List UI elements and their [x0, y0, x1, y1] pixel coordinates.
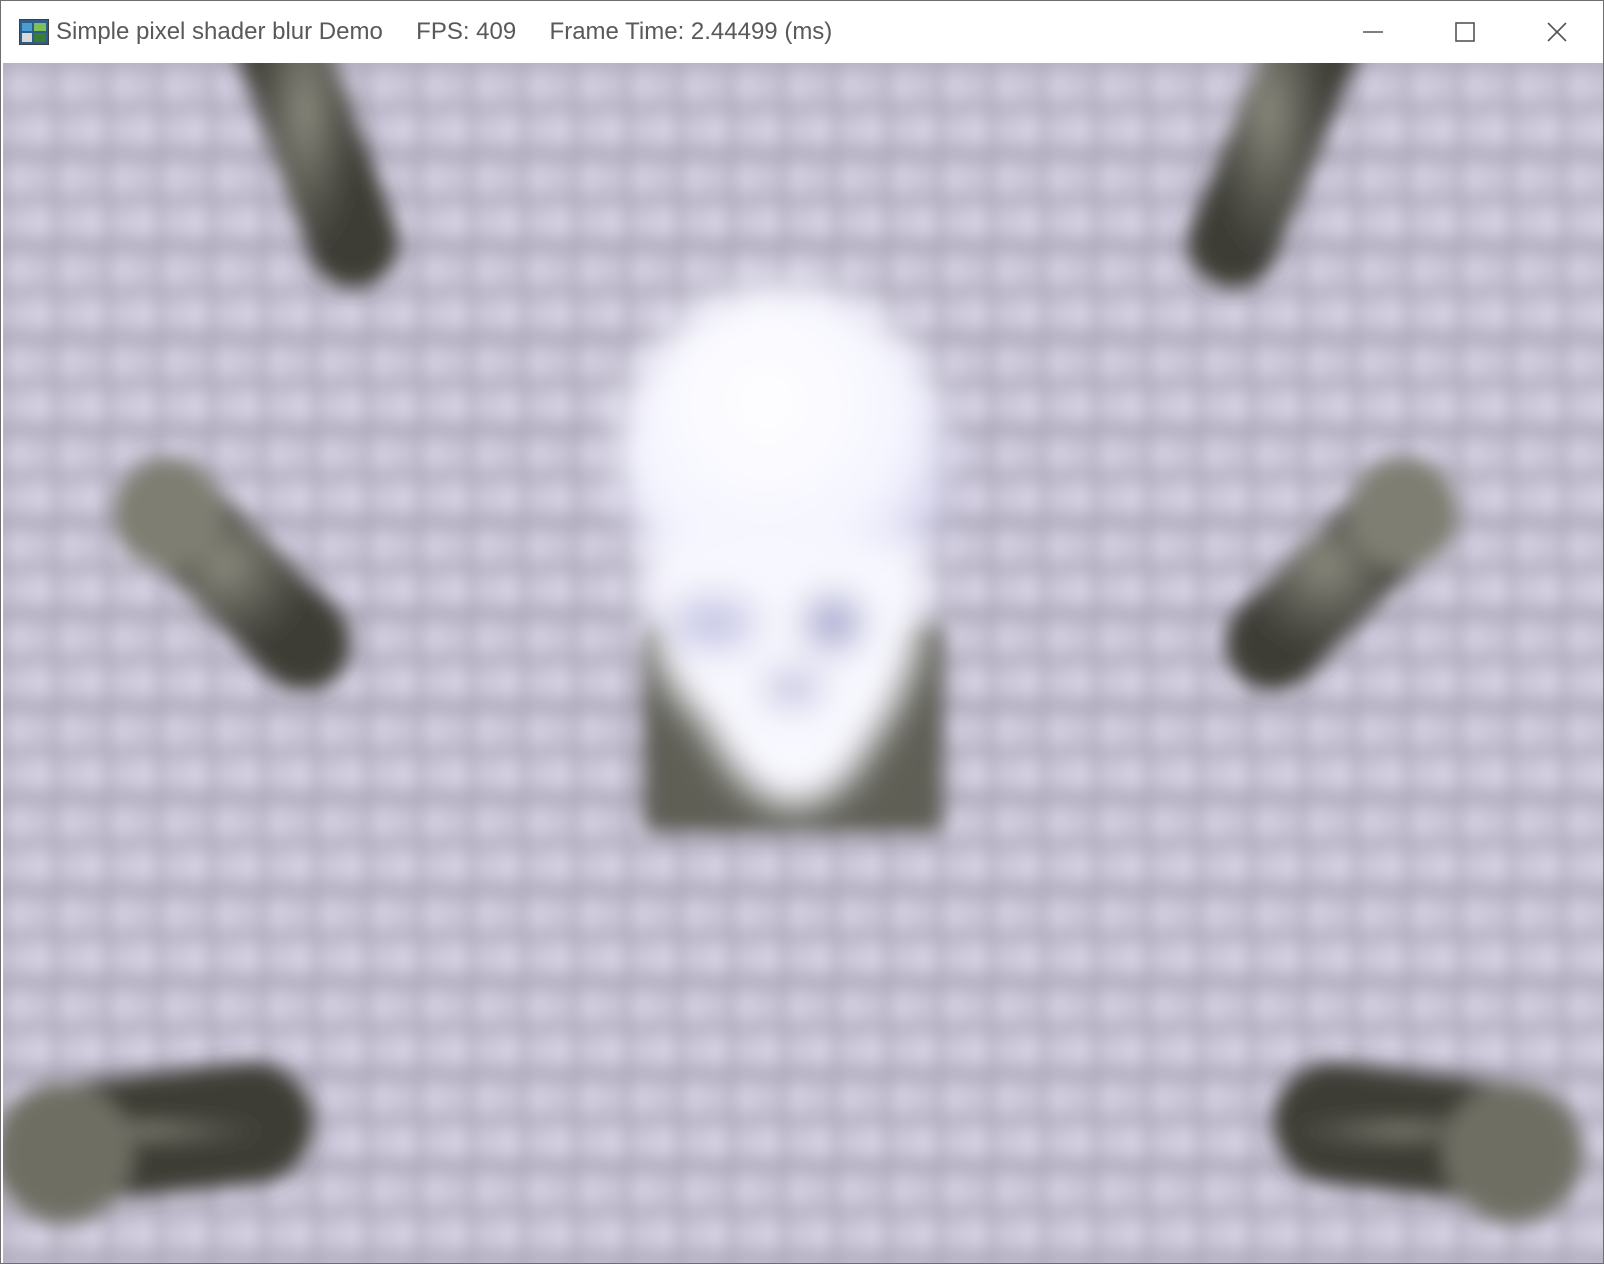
minimize-button[interactable] [1327, 1, 1419, 63]
render-viewport[interactable] [3, 63, 1603, 1263]
window-title: Simple pixel shader blur Demo FPS: 409 F… [56, 18, 833, 45]
close-button[interactable] [1511, 1, 1603, 63]
title-bar[interactable]: Simple pixel shader blur Demo FPS: 409 F… [1, 1, 1603, 63]
minimize-icon [1363, 31, 1383, 33]
close-icon [1547, 22, 1567, 42]
blurred-scene [3, 63, 1603, 1263]
app-window: Simple pixel shader blur Demo FPS: 409 F… [0, 0, 1604, 1264]
maximize-icon [1455, 22, 1475, 42]
app-icon [19, 19, 49, 45]
maximize-button[interactable] [1419, 1, 1511, 63]
